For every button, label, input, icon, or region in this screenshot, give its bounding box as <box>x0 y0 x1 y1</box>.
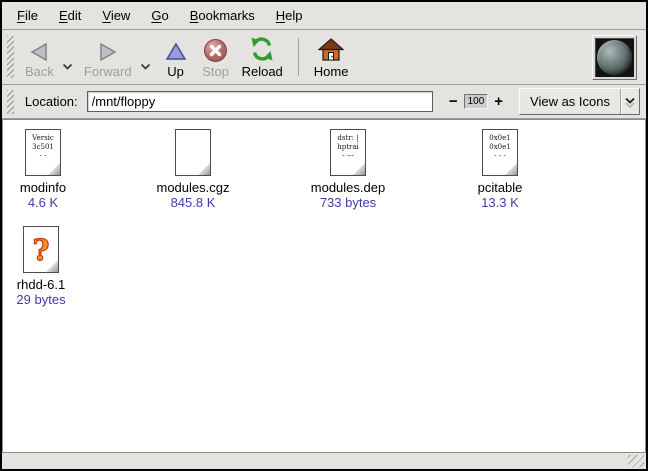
forward-dropdown-chevron-icon[interactable] <box>140 59 151 74</box>
chevron-down-icon <box>624 96 636 108</box>
file-name: modinfo <box>20 180 66 195</box>
menu-go[interactable]: Go <box>148 6 171 25</box>
document-icon: Versic3c501· · <box>25 129 61 176</box>
stop-icon <box>204 36 227 64</box>
file-item[interactable]: dstr: |hptrai- --- modules.dep 733 bytes <box>293 129 403 210</box>
toolbar-grip-handle[interactable] <box>7 36 14 78</box>
menu-view[interactable]: View <box>99 6 133 25</box>
page-fold <box>353 163 365 175</box>
file-preview: dstr: |hptrai- --- <box>331 130 365 161</box>
view-mode-button[interactable]: View as Icons <box>519 88 640 115</box>
up-button[interactable]: Up <box>156 33 196 81</box>
menu-help[interactable]: Help <box>273 6 306 25</box>
file-size: 733 bytes <box>320 195 376 210</box>
document-icon <box>175 129 211 176</box>
file-size: 29 bytes <box>16 292 65 307</box>
location-input[interactable] <box>87 91 433 112</box>
forward-button[interactable]: Forward <box>78 33 138 81</box>
menu-bar: File Edit View Go Bookmarks Help <box>2 2 646 30</box>
file-name: modules.cgz <box>157 180 230 195</box>
menu-bookmarks[interactable]: Bookmarks <box>187 6 258 25</box>
throbber-orb-icon <box>597 40 632 75</box>
file-size: 845.8 K <box>171 195 216 210</box>
file-item[interactable]: 0x0e10x0e1- - - pcitable 13.3 K <box>445 129 555 210</box>
toolbar: Back Forward Up <box>2 30 646 85</box>
view-mode-dropdown[interactable] <box>620 89 639 114</box>
content-area: Versic3c501· · modinfo 4.6 K modules.cgz… <box>2 119 646 452</box>
file-item[interactable]: Versic3c501· · modinfo 4.6 K <box>2 129 98 210</box>
file-preview: 0x0e10x0e1- - - <box>483 130 517 161</box>
file-size: 13.3 K <box>481 195 519 210</box>
back-button[interactable]: Back <box>19 33 60 81</box>
file-name: rhdd-6.1 <box>17 277 65 292</box>
menu-edit[interactable]: Edit <box>56 6 84 25</box>
reload-icon <box>249 36 275 64</box>
page-fold <box>198 163 210 175</box>
up-icon <box>165 36 187 64</box>
file-size: 4.6 K <box>28 195 58 210</box>
unknown-file-icon: ? <box>23 226 59 273</box>
document-icon: 0x0e10x0e1- - - <box>482 129 518 176</box>
question-mark-icon: ? <box>33 230 50 270</box>
file-preview: Versic3c501· · <box>26 130 60 161</box>
stop-button[interactable]: Stop <box>196 33 236 81</box>
toolbar-separator <box>298 38 299 76</box>
zoom-in-button[interactable]: + <box>492 94 505 110</box>
document-icon: dstr: |hptrai- --- <box>330 129 366 176</box>
reload-button[interactable]: Reload <box>236 33 289 81</box>
zoom-out-button[interactable]: − <box>447 94 460 110</box>
file-name: pcitable <box>478 180 523 195</box>
location-bar-grip-handle[interactable] <box>7 90 14 114</box>
page-fold <box>505 163 517 175</box>
file-manager-window: File Edit View Go Bookmarks Help Back Fo… <box>0 0 648 471</box>
home-icon <box>318 36 344 64</box>
status-bar <box>2 452 646 469</box>
file-item[interactable]: ? rhdd-6.1 29 bytes <box>2 226 96 307</box>
forward-icon <box>98 36 118 64</box>
file-name: modules.dep <box>311 180 385 195</box>
page-fold <box>48 163 60 175</box>
view-mode-label: View as Icons <box>520 89 620 114</box>
location-label: Location: <box>25 94 78 109</box>
throbber <box>592 35 637 80</box>
resize-grip[interactable] <box>628 455 644 467</box>
back-dropdown-chevron-icon[interactable] <box>62 59 73 74</box>
back-icon <box>29 36 49 64</box>
file-item[interactable]: modules.cgz 845.8 K <box>138 129 248 210</box>
zoom-level: 100 <box>464 94 489 109</box>
location-bar: Location: − 100 + View as Icons <box>2 85 646 119</box>
menu-file[interactable]: File <box>14 6 41 25</box>
home-button[interactable]: Home <box>308 33 355 81</box>
